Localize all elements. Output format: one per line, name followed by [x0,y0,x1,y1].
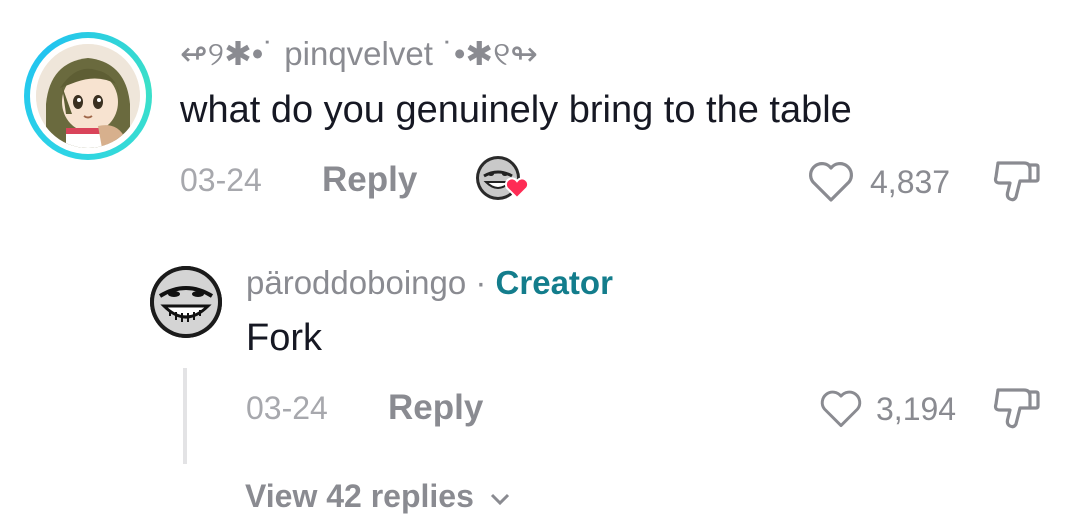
reply-text: Fork [246,317,322,359]
username-decoration-prefix: ↫୨✱•˙ [180,35,275,72]
comment-author-row: ↫୨✱•˙ pinqvelvet ˙•✱୧↬ [180,34,538,74]
separator: · [466,264,496,301]
heart-outline-icon[interactable] [806,160,856,204]
like-count: 4,837 [870,163,951,200]
creator-liked-badge [474,154,530,204]
reply-username[interactable]: päroddoboingo [246,264,466,302]
thumbs-down-icon[interactable] [990,155,1042,207]
like-group: 4,837 [806,160,950,204]
reply-button[interactable]: Reply [322,160,417,200]
comment-username[interactable]: pinqvelvet [284,35,433,73]
thumbs-down-icon[interactable] [990,382,1042,434]
reply-to-reply-button[interactable]: Reply [388,388,483,428]
trollface-avatar-image [150,266,222,338]
reply-date: 03-24 [246,390,328,426]
commenter-avatar[interactable] [24,32,152,160]
username-decoration-suffix: ˙•✱୧↬ [442,35,538,72]
comment-date: 03-24 [180,162,262,198]
creator-badge: Creator [495,264,613,301]
reply-like-group: 3,194 [818,388,956,430]
chevron-down-icon [490,493,509,506]
heart-outline-icon[interactable] [818,388,864,430]
anime-girl-avatar-image [36,44,140,148]
reply-like-count: 3,194 [876,390,957,427]
view-replies-label: View 42 replies [245,478,474,514]
comment-text: what do you genuinely bring to the table [180,89,852,131]
thread-line [183,368,187,464]
heart-badge-icon [504,177,530,200]
reply-author-row: päroddoboingo · Creator [246,264,613,302]
creator-avatar[interactable] [150,266,222,338]
